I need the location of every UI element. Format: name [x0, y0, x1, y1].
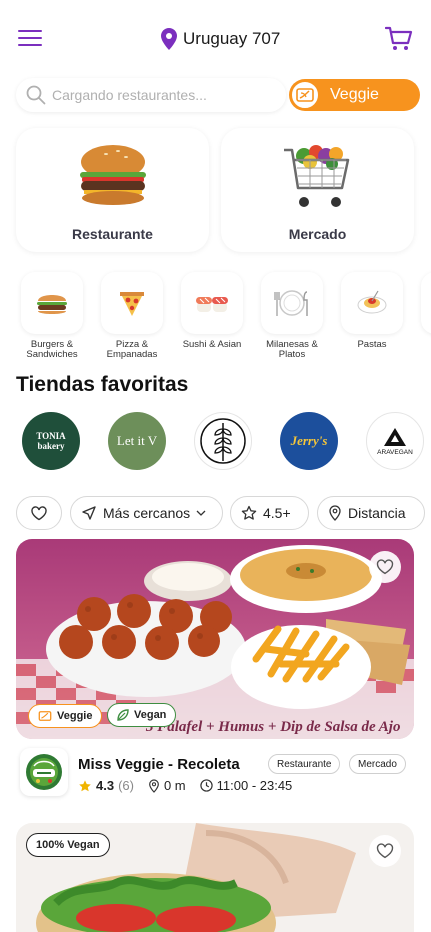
- category-item-pizza[interactable]: Pizza & Empanadas: [100, 272, 164, 360]
- category-label: Milanesas & Platos: [266, 339, 318, 360]
- veggie-toggle[interactable]: Veggie: [289, 79, 420, 111]
- aravegan-logo: ARAVEGAN: [377, 448, 413, 456]
- vegan-badge: 100% Vegan: [26, 833, 110, 857]
- category-label: Pastas: [357, 339, 387, 350]
- store-card-image[interactable]: 100% Vegan: [16, 823, 414, 932]
- food-photo-caption: 3 Falafel + Humus + Dip de Salsa de Ajo: [145, 719, 400, 735]
- store-card-image[interactable]: 3 Falafel + Humus + Dip de Salsa de Ajo …: [16, 539, 414, 739]
- search-input[interactable]: [52, 87, 272, 103]
- heart-icon: [31, 505, 47, 520]
- location-pin-icon: [161, 28, 177, 50]
- store-name: Miss Veggie - Recoleta: [78, 756, 240, 773]
- distance-filter-chip[interactable]: Distancia: [317, 496, 425, 530]
- leaf-icon: [117, 709, 129, 721]
- section-label-mercado: Mercado: [288, 226, 347, 242]
- hamburger-menu-icon[interactable]: [18, 30, 42, 48]
- rating-filter-chip[interactable]: 4.5+: [230, 496, 309, 530]
- app-header: Uruguay 707: [0, 0, 431, 78]
- distance-filter-label: Distancia: [348, 505, 406, 521]
- store-distance: 0 m: [163, 778, 186, 793]
- filter-bar: Más cercanos 4.5+ Distancia: [0, 496, 431, 530]
- sort-label: Más cercanos: [103, 505, 191, 521]
- category-label: Burgers & Sandwiches: [26, 339, 78, 360]
- section-card-mercado[interactable]: Mercado: [221, 128, 414, 252]
- triangle-logo-icon: [384, 427, 406, 446]
- category-label: Sushi & Asian: [182, 339, 242, 350]
- miss-veggie-logo: [26, 754, 62, 790]
- star-filled-icon: [79, 779, 91, 791]
- burger-icon: [37, 295, 67, 314]
- vegan-tag: Vegan: [107, 703, 177, 727]
- favorites-title: Tiendas favoritas: [16, 373, 189, 396]
- favorites-filter-chip[interactable]: [16, 496, 62, 530]
- favorite-store-letitv[interactable]: Let it V: [108, 412, 166, 470]
- category-item-pastas[interactable]: Pastas: [340, 272, 404, 350]
- heart-icon: [376, 843, 394, 859]
- shopping-cart-image: [283, 145, 349, 207]
- pizza-icon: [120, 292, 144, 316]
- location-address: Uruguay 707: [183, 29, 281, 48]
- search-icon: [26, 85, 46, 105]
- star-outline-icon: [241, 505, 257, 520]
- search-bar[interactable]: [16, 78, 286, 112]
- veggie-toggle-label: Veggie: [330, 86, 379, 103]
- category-item-burgers[interactable]: Burgers & Sandwiches: [20, 272, 84, 360]
- tonia-logo: TONIA bakery: [36, 431, 66, 451]
- section-label-restaurante: Restaurante: [72, 226, 153, 242]
- sort-dropdown[interactable]: Más cercanos: [70, 496, 223, 530]
- cart-icon[interactable]: [385, 26, 413, 52]
- favorite-store-jerrys[interactable]: Jerry's: [280, 412, 338, 470]
- favorite-heart-button[interactable]: [369, 835, 401, 867]
- rating-filter-label: 4.5+: [263, 505, 291, 521]
- clock-icon: [199, 779, 213, 792]
- map-pin-icon: [149, 778, 159, 793]
- store-reviews: (6): [118, 778, 134, 793]
- store-type-tag: Mercado: [349, 754, 406, 774]
- favorite-store-tonia[interactable]: TONIA bakery: [22, 412, 80, 470]
- wheat-logo-icon: [200, 418, 246, 464]
- vegan-tag-label: Vegan: [134, 709, 167, 721]
- store-type-tag: Restaurante: [268, 754, 341, 774]
- letitv-logo: Let it V: [116, 433, 158, 448]
- chevron-down-icon: [196, 510, 206, 516]
- store-meta: 4.3 (6) 0 m 11:00 - 23:45: [78, 778, 292, 793]
- favorite-heart-button[interactable]: [369, 551, 401, 583]
- category-item-more[interactable]: [420, 272, 431, 334]
- favorite-store-aravegan[interactable]: ARAVEGAN: [366, 412, 424, 470]
- category-item-sushi[interactable]: Sushi & Asian: [180, 272, 244, 350]
- store-info-row[interactable]: Miss Veggie - Recoleta Restaurante Merca…: [16, 748, 416, 798]
- category-item-milanesas[interactable]: Milanesas & Platos: [260, 272, 324, 360]
- veggie-tag-label: Veggie: [57, 710, 93, 722]
- navigation-arrow-icon: [82, 506, 96, 520]
- plate-icon: [274, 290, 308, 316]
- veggie-tag: Veggie: [28, 704, 103, 728]
- burger-image: [79, 145, 146, 205]
- pasta-icon: [357, 290, 387, 314]
- category-label: Pizza & Empanadas: [106, 339, 158, 360]
- veggie-badge-icon: [38, 711, 52, 721]
- map-pin-icon: [329, 505, 341, 521]
- sushi-icon: [196, 297, 228, 312]
- heart-icon: [376, 559, 394, 575]
- store-logo: [20, 748, 68, 796]
- category-carousel: Burgers & Sandwiches Pizza & Empanadas S…: [0, 272, 431, 368]
- store-hours: 11:00 - 23:45: [216, 778, 293, 793]
- section-card-restaurante[interactable]: Restaurante: [16, 128, 209, 252]
- veggie-leaf-icon: [290, 80, 320, 110]
- store-rating: 4.3: [96, 778, 115, 793]
- favorite-store-wheat[interactable]: [194, 412, 252, 470]
- jerrys-logo: Jerry's: [290, 433, 328, 448]
- location-selector[interactable]: Uruguay 707: [161, 28, 280, 50]
- favorite-stores-carousel: TONIA bakery Let it V Jerry's ARAVEGAN: [0, 410, 431, 476]
